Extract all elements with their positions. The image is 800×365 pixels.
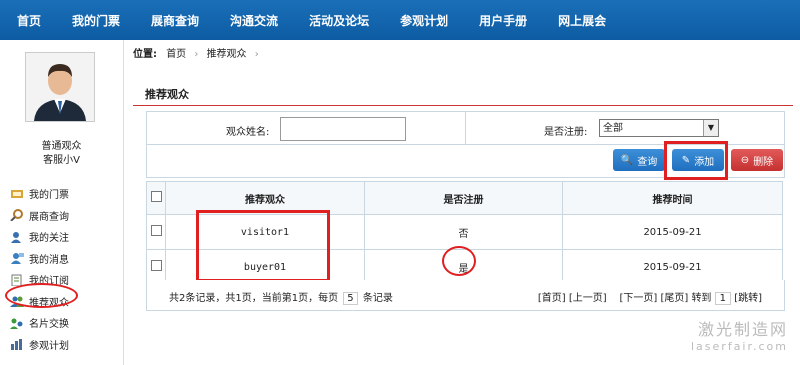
register-select[interactable]: 全部 ▼: [599, 119, 719, 137]
sidebar-item-label: 名片交换: [29, 319, 69, 331]
title-divider: [133, 105, 793, 106]
nav-visit-plan[interactable]: 参观计划: [383, 12, 448, 29]
sidebar-item-label: 参观计划: [29, 340, 69, 352]
pager-summary-b: 条记录: [362, 293, 393, 304]
breadcrumb-label: 位置:: [133, 49, 157, 60]
breadcrumb-home[interactable]: 首页: [166, 49, 186, 60]
name-label: 观众姓名:: [226, 127, 270, 138]
pager-summary: 共2条记录，共1页，当前第1页，每页 5 条记录: [169, 289, 393, 305]
sidebar-menu: 我的门票 展商查询 我的关注 我的消息 我的订阅 推荐观众 名片交换 参观计划: [10, 183, 120, 355]
chevron-right-icon: ›: [194, 49, 199, 60]
nav-my-tickets[interactable]: 我的门票: [55, 12, 120, 29]
next-page-link[interactable]: [下一页]: [619, 293, 657, 304]
name-input[interactable]: [280, 117, 406, 141]
col-time: 推荐时间: [562, 181, 783, 215]
nav-communication[interactable]: 沟通交流: [213, 12, 278, 29]
annotation-box-add: [664, 141, 728, 180]
sidebar-item-exhibitor-search[interactable]: 展商查询: [10, 205, 120, 227]
user-name: 普通观众: [41, 141, 82, 152]
prev-page-link[interactable]: [上一页]: [569, 293, 607, 304]
nav-home[interactable]: 首页: [0, 12, 41, 29]
pager-summary-a: 共2条记录，共1页，当前第1页，每页: [169, 293, 339, 304]
user-subtitle: 客服小V: [43, 155, 80, 166]
sidebar-item-label: 我的门票: [29, 190, 69, 202]
cell-time: 2015-09-21: [562, 214, 783, 250]
sidebar: 普通观众 客服小V 我的门票 展商查询 我的关注 我的消息 我的订阅 推荐观众: [0, 40, 124, 365]
delete-label: 删除: [753, 156, 774, 168]
nav-user-manual[interactable]: 用户手册: [462, 12, 527, 29]
sidebar-item-my-follows[interactable]: 我的关注: [10, 226, 120, 248]
sidebar-item-label: 我的消息: [29, 254, 69, 266]
nav-exhibitor-search[interactable]: 展商查询: [134, 12, 199, 29]
first-page-link[interactable]: [首页]: [538, 293, 566, 304]
row-checkbox[interactable]: [150, 225, 162, 236]
watermark-cn: 激光制造网: [697, 320, 788, 339]
delete-button[interactable]: ⊖ 删除: [731, 149, 783, 171]
search-icon: 🔍: [620, 154, 634, 166]
sidebar-item-my-tickets[interactable]: 我的门票: [10, 183, 120, 205]
jump-link[interactable]: [跳转]: [734, 293, 762, 304]
user-follow-icon: [10, 231, 24, 243]
row-checkbox-cell: [146, 214, 166, 250]
row-checkbox[interactable]: [150, 260, 162, 271]
watermark-en: laserfair.com: [691, 340, 788, 353]
select-all-cell: [146, 181, 166, 215]
page-title: 推荐观众: [145, 88, 189, 101]
breadcrumb-current: 推荐观众: [206, 49, 247, 60]
sidebar-item-label: 展商查询: [29, 211, 69, 223]
top-nav: 首页 我的门票 展商查询 沟通交流 活动及论坛 参观计划 用户手册 网上展会: [0, 0, 800, 40]
ticket-icon: [10, 188, 24, 200]
pager-controls: [首页] [上一页] [下一页] [尾页] 转到 1 [跳转]: [538, 289, 762, 305]
nav-events[interactable]: 活动及论坛: [292, 12, 369, 29]
chevron-right-icon: ›: [254, 49, 259, 60]
register-select-value: 全部: [603, 123, 623, 134]
breadcrumb: 位置: 首页 › 推荐观众 ›: [133, 45, 264, 60]
page-input[interactable]: 1: [714, 292, 731, 305]
message-icon: [10, 252, 24, 265]
cell-registered: 否: [364, 214, 563, 250]
avatar: [25, 52, 95, 122]
minus-circle-icon: ⊖: [740, 154, 750, 166]
chevron-down-icon: ▼: [703, 120, 718, 136]
last-page-link[interactable]: [尾页]: [660, 293, 688, 304]
annotation-circle-registered: [442, 246, 476, 276]
goto-label: 转到: [691, 293, 712, 304]
annotation-box-names: [196, 210, 330, 282]
sidebar-item-label: 我的关注: [29, 233, 69, 245]
card-exchange-icon: [10, 317, 24, 329]
nav-online-expo[interactable]: 网上展会: [541, 12, 606, 29]
register-label: 是否注册:: [544, 127, 588, 138]
query-button[interactable]: 🔍 查询: [613, 149, 665, 171]
sidebar-item-card-exchange[interactable]: 名片交换: [10, 312, 120, 334]
sidebar-item-my-messages[interactable]: 我的消息: [10, 248, 120, 270]
query-label: 查询: [637, 156, 658, 168]
per-page-value: 5: [343, 292, 358, 305]
plan-icon: [10, 338, 24, 351]
search-icon: [10, 209, 24, 222]
annotation-circle-sidebar: [5, 283, 78, 308]
col-registered: 是否注册: [364, 181, 563, 215]
select-all-checkbox[interactable]: [150, 191, 162, 202]
pagination: 共2条记录，共1页，当前第1页，每页 5 条记录 [首页] [上一页] [下一页…: [146, 280, 785, 311]
sidebar-item-visit-plan[interactable]: 参观计划: [10, 334, 120, 356]
